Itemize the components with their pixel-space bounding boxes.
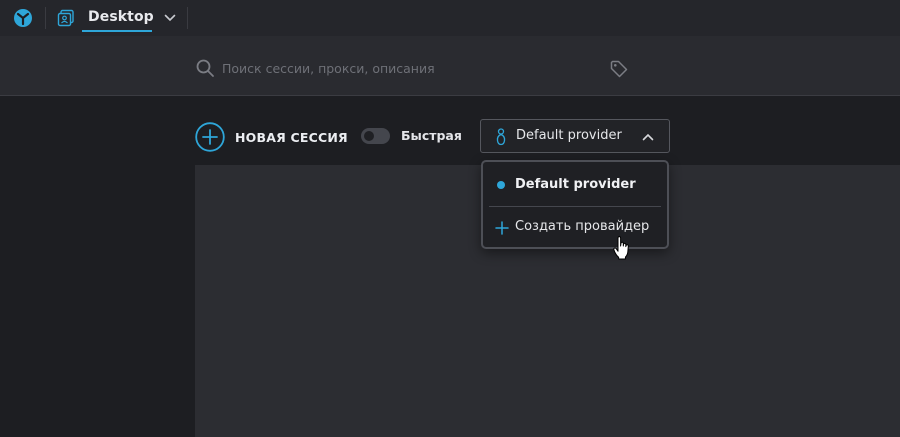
workspace-active-indicator [82, 30, 152, 32]
quick-session-toggle[interactable] [361, 128, 390, 144]
tag-icon[interactable] [609, 59, 629, 79]
search-input[interactable] [222, 57, 592, 79]
chevron-up-icon [642, 133, 654, 141]
dropdown-item-label: Default provider [515, 177, 636, 192]
provider-select-value: Default provider [516, 128, 622, 143]
create-provider-button[interactable]: Создать провайдер [483, 213, 667, 243]
toggle-knob [364, 131, 374, 141]
provider-select[interactable]: Default provider [480, 119, 670, 153]
search-icon [196, 59, 214, 77]
provider-dropdown-menu: Default provider Создать провайдер [481, 160, 669, 249]
sidebar [0, 97, 195, 437]
workspace-name[interactable]: Desktop [88, 9, 154, 25]
hand-cursor-icon [613, 236, 629, 260]
plus-circle-icon [195, 122, 225, 152]
plus-icon [495, 221, 509, 235]
dropdown-item-default-provider[interactable]: Default provider [483, 170, 667, 200]
top-bar: Desktop [0, 0, 900, 36]
selected-dot-icon [497, 181, 505, 189]
chevron-down-icon[interactable] [163, 11, 177, 25]
new-session-button[interactable]: НОВАЯ СЕССИЯ [195, 122, 348, 152]
divider [187, 7, 188, 29]
create-provider-label: Создать провайдер [515, 219, 650, 234]
person-icon [496, 128, 506, 146]
search-bar [0, 36, 900, 96]
app-logo-icon[interactable] [13, 8, 33, 28]
new-session-label: НОВАЯ СЕССИЯ [235, 129, 348, 145]
divider [45, 7, 46, 29]
divider [489, 206, 661, 207]
profiles-icon [57, 9, 74, 27]
quick-session-label: Быстрая [401, 128, 462, 143]
